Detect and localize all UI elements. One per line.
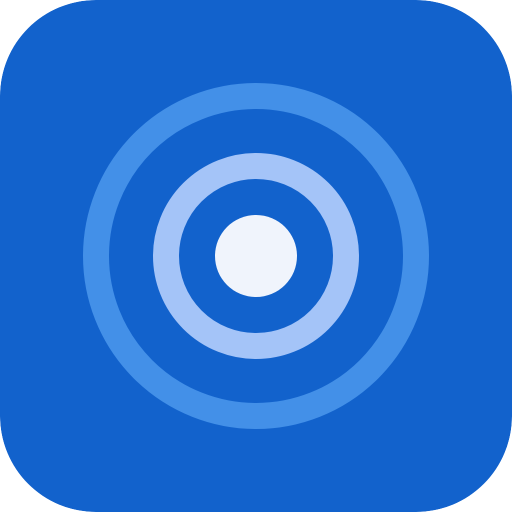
app-icon[interactable] xyxy=(0,0,512,512)
center-dot xyxy=(215,215,297,297)
radar-target-icon xyxy=(0,0,512,512)
